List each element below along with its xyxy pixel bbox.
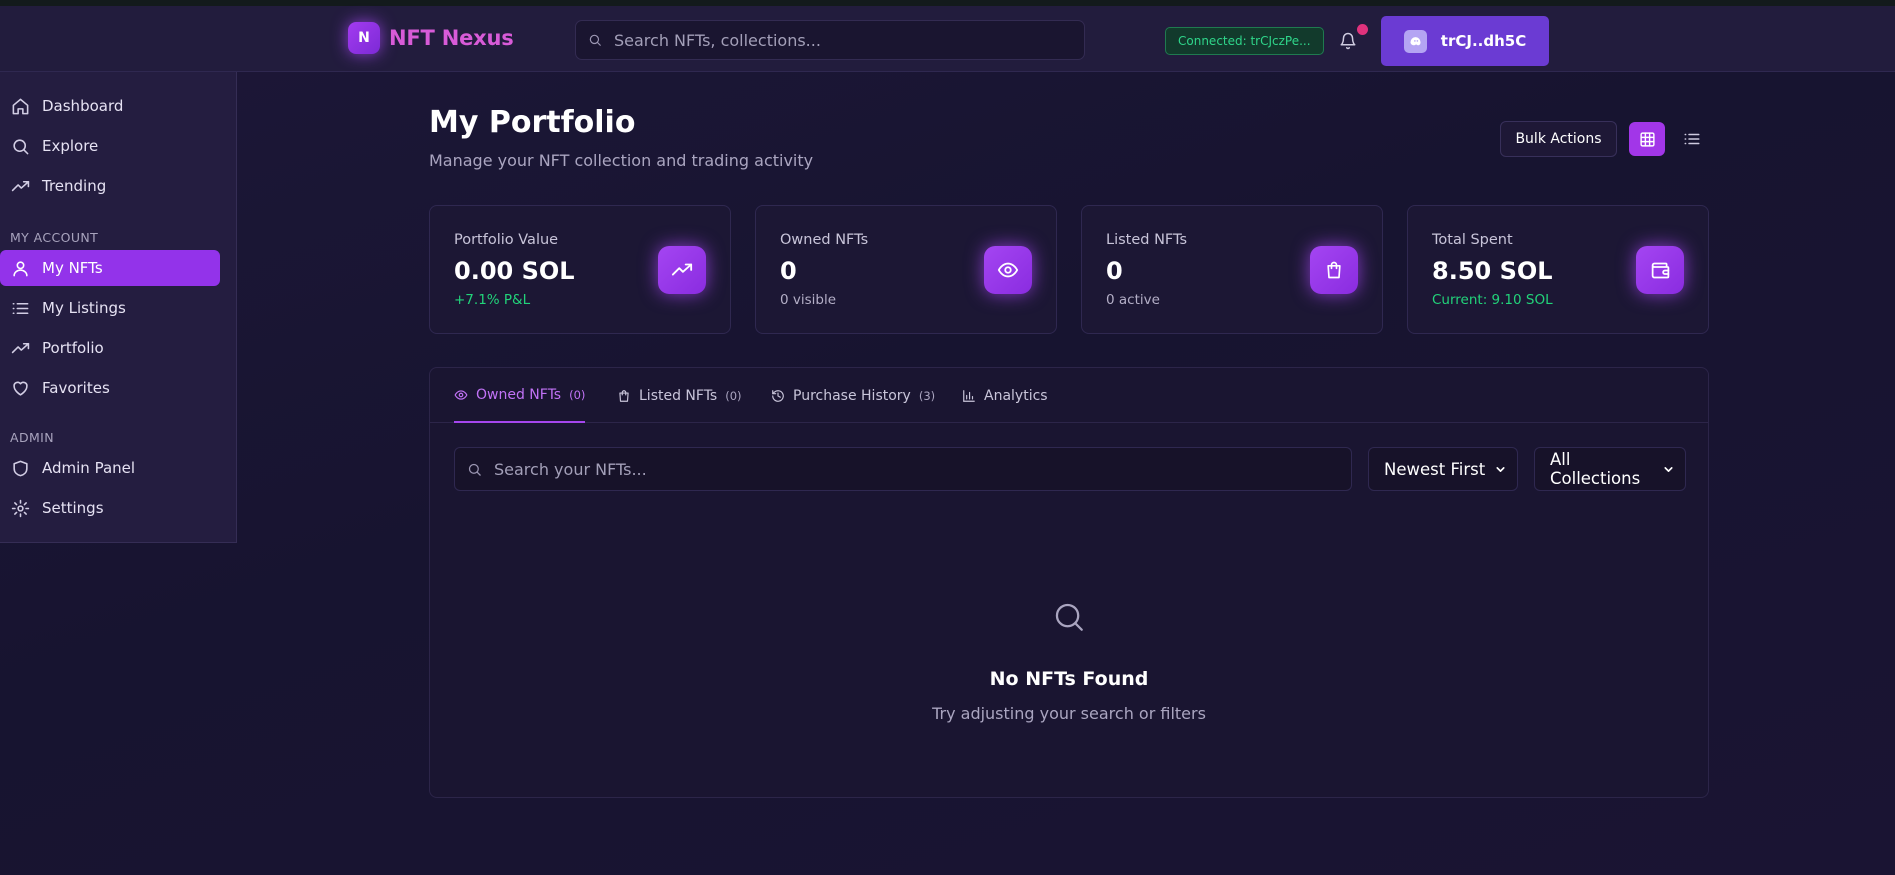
tab-analytics[interactable]: Analytics — [962, 368, 1048, 423]
sidebar-item-explore[interactable]: Explore — [0, 128, 220, 164]
trending-up-icon — [11, 177, 30, 196]
tab-label: Listed NFTs — [639, 387, 718, 404]
stat-value: 0.00 SOL — [454, 257, 575, 285]
sidebar-item-label: My NFTs — [42, 259, 103, 277]
wallet-address: trCJ..dh5C — [1440, 32, 1527, 50]
stat-card-owned-nfts: Owned NFTs 0 0 visible — [755, 205, 1057, 334]
empty-state-subtitle: Try adjusting your search or filters — [932, 704, 1206, 723]
stat-label: Total Spent — [1432, 232, 1513, 248]
tab-label: Purchase History — [793, 387, 911, 404]
connection-status-badge: Connected: trCJczPe... — [1165, 27, 1324, 55]
stat-subtext: +7.1% P&L — [454, 292, 531, 308]
sidebar-item-my-listings[interactable]: My Listings — [0, 290, 220, 326]
tab-label: Analytics — [984, 387, 1048, 404]
collection-select-value: All Collections — [1550, 450, 1641, 488]
wallet-button[interactable]: trCJ..dh5C — [1381, 16, 1549, 66]
nft-search-input[interactable] — [494, 459, 1351, 479]
tab-label: Owned NFTs — [476, 386, 562, 403]
sidebar-item-trending[interactable]: Trending — [0, 168, 220, 204]
shield-icon — [11, 459, 30, 478]
tab-count: (0) — [725, 388, 742, 403]
history-icon — [771, 389, 785, 403]
shopping-bag-icon — [617, 389, 631, 403]
stat-card-portfolio-value: Portfolio Value 0.00 SOL +7.1% P&L — [429, 205, 731, 334]
search-icon — [467, 462, 482, 477]
brand-name: NFT Nexus — [389, 26, 514, 50]
wallet-icon — [1636, 246, 1684, 294]
nft-search[interactable] — [454, 447, 1352, 491]
tab-bar: Owned NFTs (0) Listed NFTs (0) Purchase … — [430, 368, 1708, 423]
sort-select[interactable]: Newest First — [1368, 447, 1518, 491]
gear-icon — [11, 499, 30, 518]
sidebar-section-my-account: MY ACCOUNT — [10, 230, 99, 245]
sidebar-item-label: Portfolio — [42, 339, 104, 357]
sidebar-item-label: Admin Panel — [42, 459, 136, 477]
stat-label: Listed NFTs — [1106, 232, 1188, 248]
sidebar-item-label: Settings — [42, 499, 104, 517]
trending-up-icon — [11, 339, 30, 358]
logo-badge: N — [348, 22, 380, 54]
stat-subtext: 0 visible — [780, 292, 837, 308]
grid-view-button[interactable] — [1629, 122, 1665, 156]
stat-label: Portfolio Value — [454, 232, 559, 248]
tab-owned-nfts[interactable]: Owned NFTs (0) — [454, 368, 586, 423]
search-icon — [11, 137, 30, 156]
global-search-input[interactable] — [614, 30, 1084, 50]
bulk-actions-button[interactable]: Bulk Actions — [1500, 121, 1617, 157]
sort-select-value: Newest First — [1384, 459, 1486, 479]
eye-icon — [454, 388, 468, 402]
stat-value: 0 — [780, 257, 797, 285]
sidebar-section-admin: ADMIN — [10, 430, 54, 445]
stat-value: 8.50 SOL — [1432, 257, 1553, 285]
stat-card-total-spent: Total Spent 8.50 SOL Current: 9.10 SOL — [1407, 205, 1709, 334]
bell-icon[interactable] — [1336, 28, 1360, 54]
stat-subtext: 0 active — [1106, 292, 1160, 308]
sidebar-item-label: Favorites — [42, 379, 110, 397]
list-icon — [1683, 130, 1701, 148]
sidebar-item-settings[interactable]: Settings — [0, 490, 220, 526]
eye-icon — [984, 246, 1032, 294]
home-icon — [11, 97, 30, 116]
sidebar-item-portfolio[interactable]: Portfolio — [0, 330, 220, 366]
sidebar-item-my-nfts[interactable]: My NFTs — [0, 250, 220, 286]
grid-icon — [1639, 131, 1656, 148]
chevron-down-icon — [1662, 463, 1675, 476]
sidebar-item-label: Trending — [42, 177, 107, 195]
notification-dot — [1357, 24, 1368, 35]
sidebar-item-label: Explore — [42, 137, 99, 155]
tab-purchase-history[interactable]: Purchase History (3) — [771, 368, 935, 423]
stat-label: Owned NFTs — [780, 232, 869, 248]
nft-panel: Owned NFTs (0) Listed NFTs (0) Purchase … — [429, 367, 1709, 798]
user-icon — [11, 259, 30, 278]
shopping-bag-icon — [1310, 246, 1358, 294]
sidebar-item-label: Dashboard — [42, 97, 124, 115]
sidebar-item-admin-panel[interactable]: Admin Panel — [0, 450, 220, 486]
global-search[interactable] — [575, 20, 1085, 60]
trending-up-icon — [658, 246, 706, 294]
list-icon — [11, 299, 30, 318]
list-view-button[interactable] — [1674, 122, 1710, 156]
stat-card-listed-nfts: Listed NFTs 0 0 active — [1081, 205, 1383, 334]
tab-count: (0) — [569, 387, 586, 402]
sidebar-item-favorites[interactable]: Favorites — [0, 370, 220, 406]
tab-count: (3) — [918, 388, 936, 403]
sidebar-item-label: My Listings — [42, 299, 126, 317]
stat-subtext: Current: 9.10 SOL — [1432, 292, 1553, 308]
stat-value: 0 — [1106, 257, 1123, 285]
chevron-down-icon — [1494, 463, 1507, 476]
tab-listed-nfts[interactable]: Listed NFTs (0) — [617, 368, 742, 423]
empty-state-title: No NFTs Found — [989, 668, 1149, 690]
search-icon — [1052, 600, 1086, 634]
page-title: My Portfolio — [429, 105, 636, 140]
collection-select[interactable]: All Collections — [1534, 447, 1686, 491]
heart-icon — [11, 379, 30, 398]
sidebar: Dashboard Explore Trending MY ACCOUNT My… — [0, 72, 237, 543]
sidebar-item-dashboard[interactable]: Dashboard — [0, 88, 220, 124]
top-header: N NFT Nexus Connected: trCJczPe... trCJ.… — [0, 6, 1895, 72]
ghost-wallet-icon — [1403, 29, 1427, 53]
brand-logo[interactable]: N NFT Nexus — [348, 22, 514, 54]
bar-chart-icon — [962, 389, 976, 403]
page-subtitle: Manage your NFT collection and trading a… — [429, 151, 814, 170]
search-icon — [588, 33, 602, 47]
